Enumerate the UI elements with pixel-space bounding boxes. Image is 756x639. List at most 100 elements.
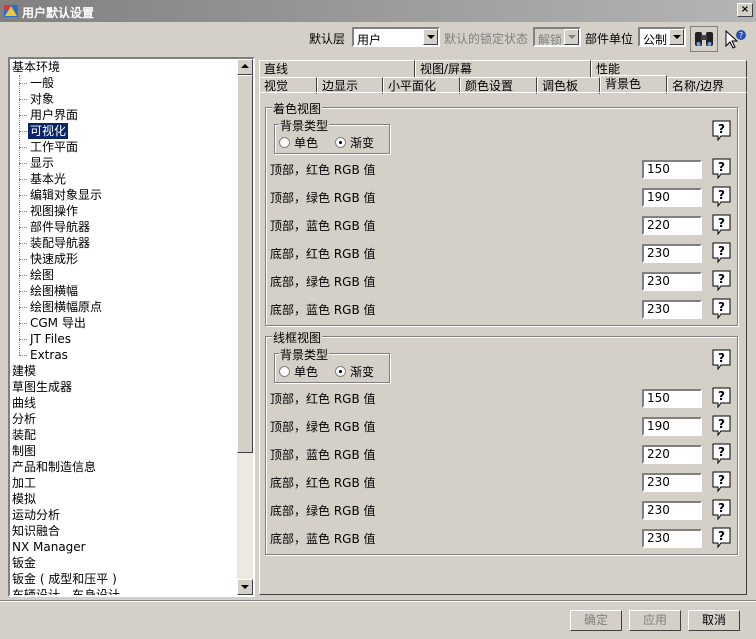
rgb-label: 底部，蓝色 RGB 值	[270, 303, 376, 317]
help-icon[interactable]: ?	[712, 527, 731, 548]
tree-item[interactable]: 对象	[28, 91, 56, 107]
tree-item[interactable]: 曲线	[10, 395, 38, 411]
rgb-value-input[interactable]: 220	[642, 216, 702, 235]
help-icon[interactable]: ?	[712, 443, 731, 464]
tree-item[interactable]: 一般	[28, 75, 56, 91]
shaded-radio-gradient[interactable]: 渐变	[335, 134, 374, 151]
help-icon[interactable]: ?	[712, 270, 731, 291]
rgb-value-input[interactable]: 230	[642, 300, 702, 319]
rgb-value-input[interactable]: 230	[642, 529, 702, 548]
tree-item[interactable]: 制图	[10, 443, 38, 459]
tree-item[interactable]: 加工	[10, 475, 38, 491]
tree-item[interactable]: 运动分析	[10, 507, 62, 523]
tree-item[interactable]: NX Manager	[10, 539, 88, 555]
rgb-value-input[interactable]: 190	[642, 417, 702, 436]
help-icon[interactable]: ?	[712, 120, 731, 141]
tree-item[interactable]: 装配	[10, 427, 38, 443]
svg-text:?: ?	[718, 473, 725, 487]
scroll-up-icon[interactable]	[237, 59, 253, 75]
lock-select: 解锁	[533, 27, 581, 47]
unit-select[interactable]: 公制	[638, 27, 686, 47]
rgb-value-input[interactable]: 150	[642, 389, 702, 408]
scroll-thumb[interactable]	[237, 75, 253, 453]
chevron-down-icon[interactable]	[423, 29, 438, 45]
radio-selected-icon[interactable]	[335, 366, 346, 377]
help-icon[interactable]: ?	[712, 387, 731, 408]
help-icon[interactable]: ?	[712, 214, 731, 235]
tab-line[interactable]: 直线	[259, 60, 415, 77]
tree-item[interactable]: 快速成形	[28, 251, 80, 267]
tree-connector	[19, 275, 27, 276]
shaded-bg-type-label: 背景类型	[279, 117, 330, 134]
rgb-label: 底部，绿色 RGB 值	[270, 275, 376, 289]
radio-icon[interactable]	[279, 137, 290, 148]
binoculars-icon[interactable]	[690, 26, 718, 52]
tree-item[interactable]: 钣金	[10, 555, 38, 571]
tree-item[interactable]: 基本环境	[10, 59, 62, 75]
tree-item[interactable]: JT Files	[28, 331, 73, 347]
chevron-down-icon[interactable]	[669, 29, 684, 45]
tree-item[interactable]: CGM 导出	[28, 315, 88, 331]
tree-item[interactable]: 绘图横幅原点	[28, 299, 104, 315]
rgb-value-input[interactable]: 230	[642, 501, 702, 520]
tree-item[interactable]: 草图生成器	[10, 379, 74, 395]
help-icon[interactable]: ?	[712, 158, 731, 179]
level-select[interactable]: 用户	[352, 27, 440, 47]
tree-item[interactable]: 产品和制造信息	[10, 459, 98, 475]
tree-item[interactable]: 视图操作	[28, 203, 80, 219]
tree-item[interactable]: 车辆设计 - 车身设计	[10, 587, 122, 595]
help-icon[interactable]: ?	[712, 186, 731, 207]
tab-row-1: 直线 视图/屏幕 性能	[259, 60, 747, 77]
tree-item[interactable]: 知识融合	[10, 523, 62, 539]
wireframe-radio-single[interactable]: 单色	[279, 363, 318, 380]
tree-item[interactable]: Extras	[28, 347, 70, 363]
shaded-radio-single[interactable]: 单色	[279, 134, 318, 151]
tree-item[interactable]: 建模	[10, 363, 38, 379]
rgb-label: 底部，红色 RGB 值	[270, 247, 376, 261]
tree-item[interactable]: 用户界面	[28, 107, 80, 123]
cancel-button[interactable]: 取消	[688, 610, 740, 631]
help-icon[interactable]: ?	[712, 242, 731, 263]
wireframe-radio-gradient[interactable]: 渐变	[335, 363, 374, 380]
radio-selected-icon[interactable]	[335, 137, 346, 148]
shaded-radio-single-label: 单色	[294, 136, 319, 150]
tree-item[interactable]: 绘图横幅	[28, 283, 80, 299]
tree-item[interactable]: 可视化	[28, 123, 69, 139]
tree-item[interactable]: 编辑对象显示	[28, 187, 104, 203]
rgb-value-input[interactable]: 230	[642, 272, 702, 291]
rgb-label: 底部，蓝色 RGB 值	[270, 532, 376, 546]
rgb-value-input[interactable]: 230	[642, 473, 702, 492]
tree-item[interactable]: 钣金 ( 成型和压平 )	[10, 571, 119, 587]
tree-item[interactable]: 模拟	[10, 491, 38, 507]
tree-connector	[19, 291, 27, 292]
tree-item[interactable]: 部件导航器	[28, 219, 92, 235]
tree-connector	[19, 75, 20, 355]
tree-connector	[19, 115, 27, 116]
radio-icon[interactable]	[279, 366, 290, 377]
apply-button[interactable]: 应用	[629, 610, 681, 631]
tab-view-screen[interactable]: 视图/屏幕	[415, 60, 591, 77]
window-title: 用户默认设置	[22, 6, 95, 20]
ok-button[interactable]: 确定	[570, 610, 622, 631]
category-tree[interactable]: 基本环境 一般 对象 用户界面 可视化 工作平面 显示 基本光 编辑对象显示 视图操作 部件导航器装…	[8, 57, 255, 597]
help-icon[interactable]: ?	[712, 415, 731, 436]
help-icon[interactable]: ?	[712, 499, 731, 520]
rgb-value-input[interactable]: 150	[642, 160, 702, 179]
rgb-value-input[interactable]: 220	[642, 445, 702, 464]
tree-item[interactable]: 绘图	[28, 267, 56, 283]
tree-item[interactable]: 工作平面	[28, 139, 80, 155]
what-is-this-icon[interactable]: ?	[720, 26, 748, 52]
help-icon[interactable]: ?	[712, 471, 731, 492]
rgb-value-input[interactable]: 230	[642, 244, 702, 263]
help-icon[interactable]: ?	[712, 349, 731, 370]
scroll-down-icon[interactable]	[237, 579, 253, 595]
tree-item[interactable]: 装配导航器	[28, 235, 92, 251]
rgb-value-input[interactable]: 190	[642, 188, 702, 207]
tree-scrollbar[interactable]	[237, 59, 253, 595]
help-icon[interactable]: ?	[712, 298, 731, 319]
tree-item[interactable]: 分析	[10, 411, 38, 427]
rgb-label: 顶部，绿色 RGB 值	[270, 420, 376, 434]
close-button[interactable]: ×	[737, 3, 753, 17]
tree-item[interactable]: 基本光	[28, 171, 68, 187]
tree-item[interactable]: 显示	[28, 155, 56, 171]
